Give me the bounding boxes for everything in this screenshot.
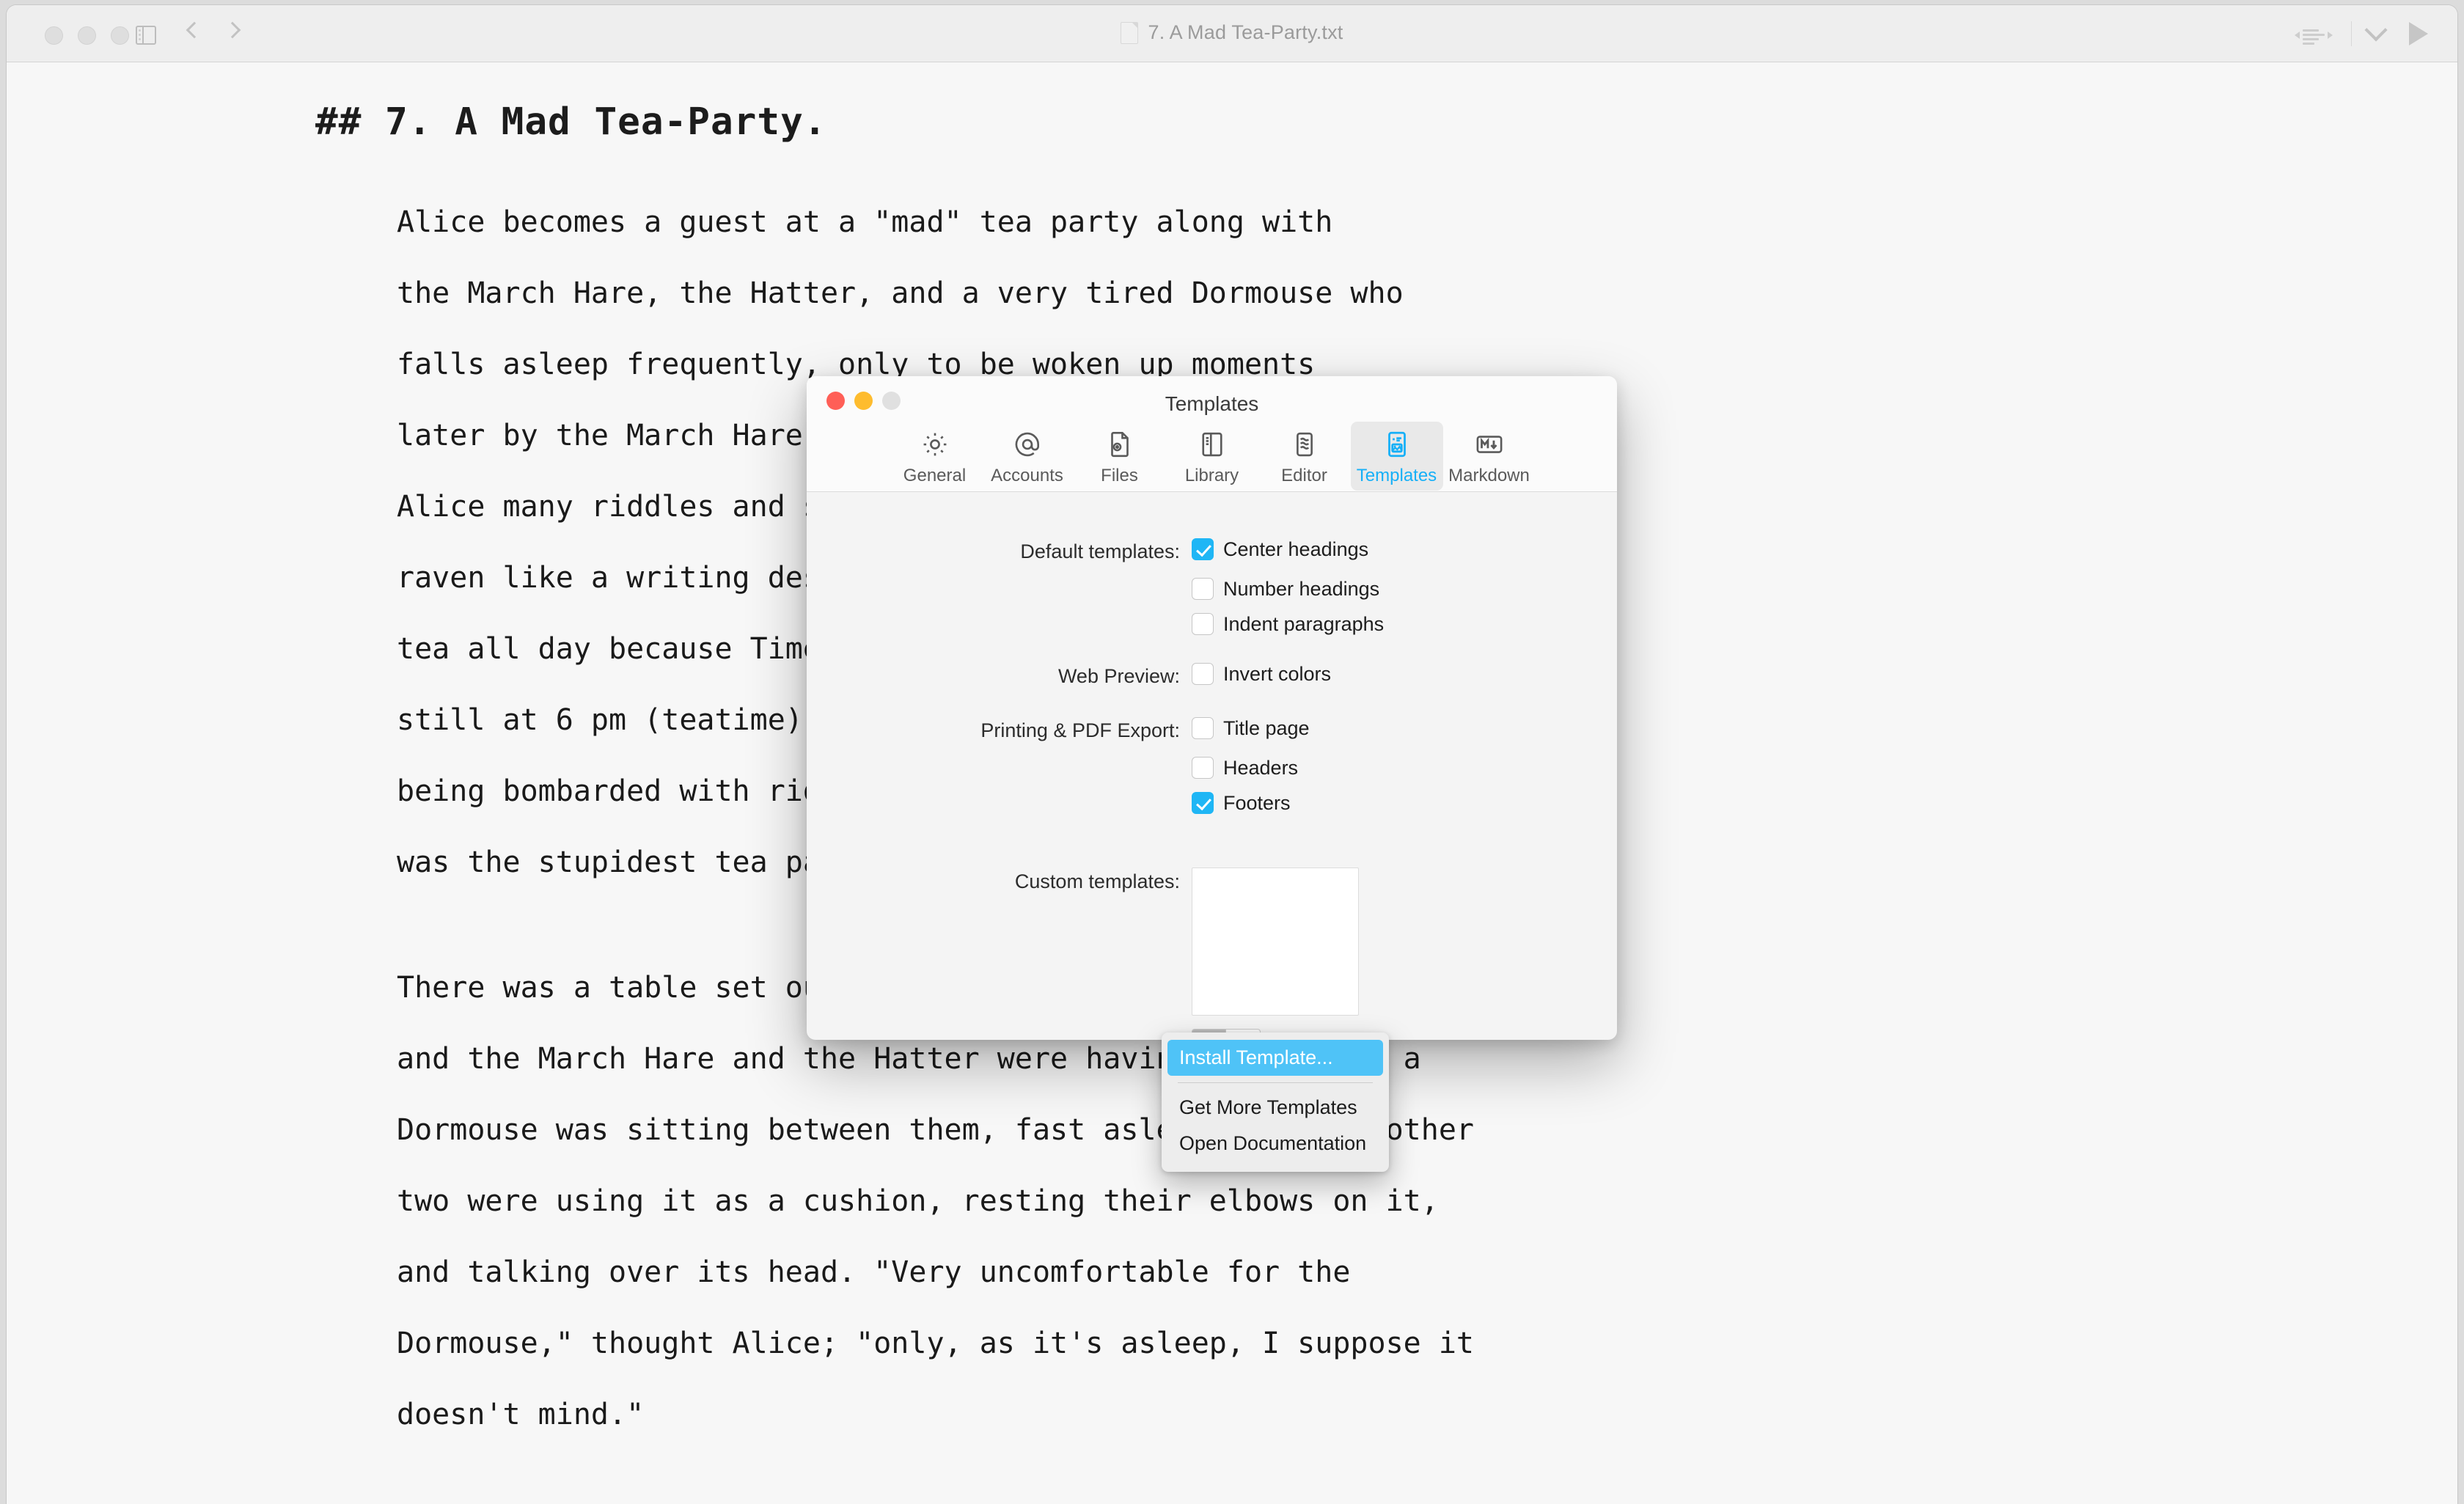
checkbox-footers[interactable]: Footers xyxy=(1192,791,1291,815)
prefs-tab-label: Files xyxy=(1101,466,1138,485)
prefs-tab-label: General xyxy=(903,466,967,485)
checkbox-label: Title page xyxy=(1223,717,1310,739)
library-icon xyxy=(1195,428,1229,461)
prefs-tab-label: Editor xyxy=(1281,466,1327,485)
prefs-tab-label: Library xyxy=(1184,466,1239,485)
checkbox-title-page[interactable]: Title page xyxy=(1192,716,1310,740)
prefs-tab-general[interactable]: General xyxy=(889,422,981,491)
document-heading: ## 7. A Mad Tea-Party. xyxy=(315,100,827,144)
checkbox-label: Footers xyxy=(1223,792,1291,814)
preferences-groups: Default templates: Center headings Number … xyxy=(807,538,1617,841)
checkbox-invert-colors[interactable]: Invert colors xyxy=(1192,662,1331,686)
preference-row: Indent paragraphs xyxy=(807,612,1617,636)
titlebar-right-controls xyxy=(2294,18,2428,48)
checkbox-unchecked-icon[interactable] xyxy=(1192,717,1214,739)
preview-play-icon[interactable] xyxy=(2409,22,2428,45)
custom-templates-list[interactable] xyxy=(1192,867,1359,1016)
preferences-toolbar: Templates General Accounts Files Library Edi… xyxy=(807,376,1617,492)
prefs-close-button[interactable] xyxy=(826,392,845,410)
preference-row: Headers xyxy=(807,756,1617,779)
document-line: Dormouse was sitting between them, fast … xyxy=(397,1113,1475,1147)
document-line: doesn't mind." xyxy=(397,1398,645,1431)
checkbox-headers[interactable]: Headers xyxy=(1192,756,1298,779)
preferences-body: Default templates: Center headings Number … xyxy=(807,492,1617,1040)
document-file-icon xyxy=(1121,21,1139,44)
prefs-tab-label: Markdown xyxy=(1448,466,1530,485)
preference-group-label: Default templates: xyxy=(1020,540,1180,562)
preferences-title: Templates xyxy=(1165,392,1259,415)
prefs-tab-library[interactable]: Library xyxy=(1166,422,1258,491)
preference-group-label: Web Preview: xyxy=(1057,665,1180,687)
markdown-icon xyxy=(1473,428,1506,461)
document-line: and talking over its head. "Very uncomfo… xyxy=(397,1255,1351,1289)
checkbox-label: Invert colors xyxy=(1223,663,1332,685)
checkbox-unchecked-icon[interactable] xyxy=(1192,757,1214,779)
preference-row: Default templates: Center headings xyxy=(807,538,1617,565)
prefs-zoom-button xyxy=(882,392,901,410)
checkbox-center-headings[interactable]: Center headings xyxy=(1192,538,1368,561)
chevron-down-icon[interactable] xyxy=(2364,18,2388,42)
checkbox-label: Center headings xyxy=(1223,538,1369,560)
prefs-tab-templates[interactable]: Templates xyxy=(1350,422,1443,491)
document-line: the March Hare, the Hatter, and a very t… xyxy=(397,276,1404,310)
template-icon xyxy=(1380,428,1414,461)
checkbox-unchecked-icon[interactable] xyxy=(1192,663,1214,685)
prefs-minimize-button[interactable] xyxy=(854,392,873,410)
menu-item-install-template[interactable]: Install Template... xyxy=(1167,1040,1383,1076)
window-title-group: 7. A Mad Tea-Party.txt xyxy=(7,21,2457,44)
prefs-tab-accounts[interactable]: Accounts xyxy=(981,422,1074,491)
custom-templates-label: Custom templates: xyxy=(1014,870,1180,892)
prefs-tab-files[interactable]: Files xyxy=(1074,422,1166,491)
checkbox-unchecked-icon[interactable] xyxy=(1192,578,1214,600)
toolbar-divider xyxy=(2351,21,2352,46)
prefs-tab-label: Templates xyxy=(1356,466,1437,485)
preference-row: Number headings xyxy=(807,577,1617,601)
gear-icon xyxy=(918,428,952,461)
menu-item-get-more-templates[interactable]: Get More Templates xyxy=(1162,1090,1389,1126)
checkbox-label: Indent paragraphs xyxy=(1223,613,1385,635)
checkbox-indent-paragraphs[interactable]: Indent paragraphs xyxy=(1192,612,1384,636)
checkbox-unchecked-icon[interactable] xyxy=(1192,613,1214,635)
at-sign-icon xyxy=(1011,428,1044,461)
layout-icon[interactable] xyxy=(2294,20,2335,48)
menu-separator xyxy=(1178,1082,1373,1083)
document-line: two were using it as a cushion, resting … xyxy=(397,1184,1439,1218)
preference-row: Printing & PDF Export: Title page xyxy=(807,716,1617,744)
preferences-dialog: Templates General Accounts Files Library Edi… xyxy=(807,376,1617,1040)
preference-row: Footers xyxy=(807,791,1617,815)
window-titlebar: 7. A Mad Tea-Party.txt xyxy=(7,5,2457,62)
preference-group-label: Printing & PDF Export: xyxy=(980,719,1180,741)
template-context-menu: Install Template... Get More Templates Ope… xyxy=(1162,1032,1389,1172)
custom-templates-row: Custom templates: xyxy=(807,867,1617,1016)
preference-row: Web Preview: Invert colors xyxy=(807,662,1617,690)
checkbox-checked-icon[interactable] xyxy=(1192,538,1214,560)
preferences-tab-bar: General Accounts Files Library Editor Templat… xyxy=(807,422,1617,491)
document-line: Dormouse," thought Alice; "only, as it's… xyxy=(397,1327,1475,1360)
prefs-tab-markdown[interactable]: Markdown xyxy=(1443,422,1536,491)
file-plus-icon xyxy=(1103,428,1137,461)
menu-item-open-documentation[interactable]: Open Documentation xyxy=(1162,1126,1389,1162)
window-title: 7. A Mad Tea-Party.txt xyxy=(1148,21,1343,43)
checkbox-label: Headers xyxy=(1223,757,1299,779)
prefs-tab-editor[interactable]: Editor xyxy=(1258,422,1351,491)
prefs-tab-label: Accounts xyxy=(991,466,1063,485)
editor-icon xyxy=(1288,428,1321,461)
checkbox-checked-icon[interactable] xyxy=(1192,792,1214,814)
preferences-traffic-lights xyxy=(826,392,901,410)
checkbox-label: Number headings xyxy=(1223,578,1380,600)
checkbox-number-headings[interactable]: Number headings xyxy=(1192,577,1379,601)
document-line: Alice becomes a guest at a "mad" tea par… xyxy=(397,205,1333,239)
